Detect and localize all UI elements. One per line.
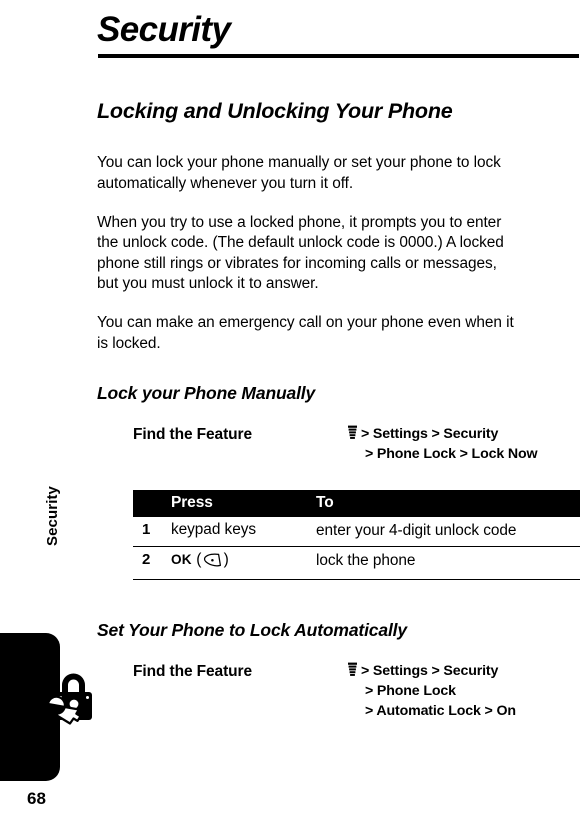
softkey-label-group: OK ( ) [171, 550, 230, 568]
menu-path-text: > Settings > Security [361, 425, 499, 442]
chapter-title: Security [97, 10, 231, 49]
step-number: 1 [133, 516, 171, 547]
column-header-press: Press [171, 489, 316, 517]
section-heading-locking-and-unlocking: Locking and Unlocking Your Phone [97, 99, 453, 123]
step-to: lock the phone [316, 551, 416, 569]
page-number: 68 [27, 789, 46, 808]
menu-path-line: > Settings > Security [347, 424, 580, 444]
step-press: keypad keys [171, 516, 316, 547]
subsection-heading-set-your-phone-to-lock-automatically: Set Your Phone to Lock Automatically [97, 620, 407, 641]
body-paragraph-3: You can make an emergency call on your p… [97, 314, 514, 352]
table-bottom-rule [133, 578, 580, 581]
step-press: OK ( ) [171, 546, 316, 576]
menu-path-line: > Phone Lock > Lock Now [365, 446, 538, 462]
step-to: enter your 4-digit unlock code [316, 516, 580, 547]
subsection-heading-lock-your-phone-manually: Lock your Phone Manually [97, 382, 316, 403]
table-row: 2 OK ( ) lock the phone [133, 546, 580, 576]
find-the-feature-block-2: Find the Feature > Settings > Security >… [133, 661, 580, 719]
close-paren: ) [223, 550, 230, 568]
step-number: 2 [142, 550, 151, 568]
find-the-feature-label: Find the Feature [133, 663, 252, 681]
open-paren: ( [191, 550, 202, 568]
body-paragraph-2: When you try to use a locked phone, it p… [97, 213, 504, 292]
find-the-feature-block-1: Find the Feature > Settings > Security >… [133, 424, 580, 468]
menu-path-line: > Settings > Security [347, 661, 580, 681]
menu-path-line: > Phone Lock [365, 683, 456, 700]
find-the-feature-label: Find the Feature [133, 425, 252, 443]
menu-path-text: > Settings > Security [361, 663, 499, 680]
manual-page: Security 68 Security Locking and Unlocki… [0, 0, 580, 820]
step-press-label: OK [171, 551, 192, 567]
column-header-number [133, 489, 171, 517]
left-softkey-icon [203, 552, 223, 568]
body-paragraph-1: You can lock your phone manually or set … [97, 154, 501, 192]
table-header-row: Press To [133, 489, 580, 517]
menu-path-2: > Settings > Security > Phone Lock > Aut… [347, 661, 580, 721]
table-row: 1 keypad keys enter your 4-digit unlock … [133, 516, 580, 547]
menu-key-icon [347, 662, 358, 677]
padlock-and-key-icon [38, 670, 92, 732]
menu-path-line: > Automatic Lock > On [365, 703, 516, 720]
running-head: Security [44, 486, 61, 546]
steps-table: Press To 1 keypad keys enter your 4-digi… [133, 489, 580, 576]
column-header-to: To [316, 489, 580, 517]
menu-path-1: > Settings > Security > Phone Lock > Loc… [347, 424, 580, 464]
menu-key-icon [347, 425, 358, 440]
chapter-title-rule [98, 54, 579, 58]
content-column: Security Locking and Unlocking Your Phon… [97, 0, 580, 719]
